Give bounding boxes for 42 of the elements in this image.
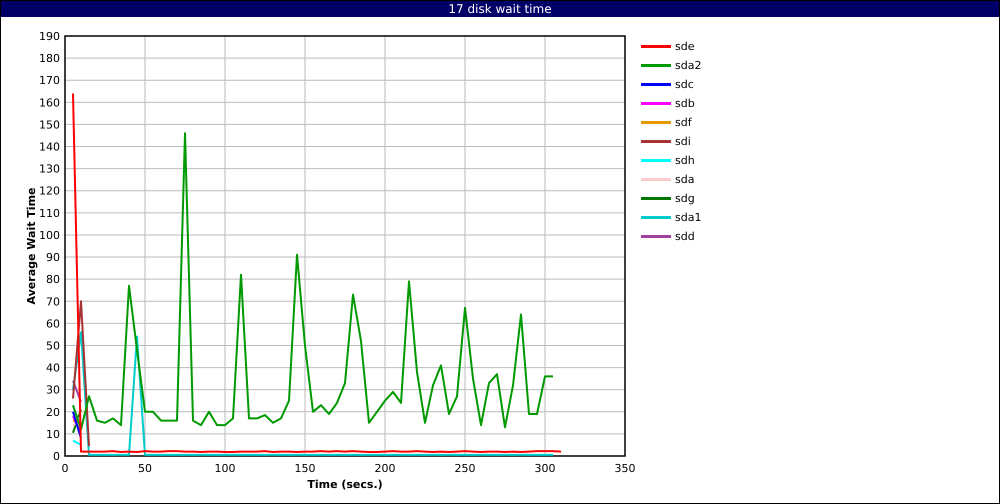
y-tick-label: 130 [39, 162, 60, 176]
legend-label: sdh [675, 154, 695, 167]
x-tick-label: 250 [454, 462, 476, 475]
x-tick-label: 300 [534, 462, 556, 475]
y-tick-label: 30 [46, 384, 60, 397]
legend-label: sda1 [675, 211, 702, 224]
y-tick-label: 120 [39, 184, 60, 198]
y-tick-label: 110 [39, 206, 60, 220]
legend-label: sdf [675, 116, 692, 129]
x-tick-label: 50 [138, 462, 152, 475]
x-axis-label: Time (secs.) [307, 478, 383, 491]
y-tick-label: 50 [46, 339, 60, 352]
y-tick-label: 80 [46, 273, 60, 286]
y-tick-label: 160 [39, 96, 60, 110]
legend-label: sda [675, 173, 694, 186]
y-tick-label: 20 [46, 406, 60, 419]
y-tick-label: 140 [39, 140, 60, 154]
y-tick-label: 190 [39, 30, 60, 43]
x-tick-label: 150 [294, 462, 316, 475]
window-title: 17 disk wait time [1, 1, 999, 17]
x-tick-label: 350 [614, 462, 636, 475]
y-tick-label: 40 [46, 362, 60, 375]
legend-label: sdb [675, 97, 695, 110]
x-tick-label: 200 [374, 462, 396, 475]
legend-label: sdg [675, 192, 695, 205]
x-tick-label: 100 [214, 462, 236, 475]
y-axis-label: Average Wait Time [25, 188, 38, 304]
y-tick-label: 70 [46, 295, 60, 308]
x-tick-label: 0 [62, 462, 68, 475]
legend-label: sdi [675, 135, 691, 148]
y-tick-label: 0 [53, 450, 60, 463]
y-tick-label: 100 [39, 228, 60, 242]
y-tick-label: 10 [46, 428, 60, 441]
y-tick-label: 90 [46, 251, 60, 264]
y-tick-label: 150 [39, 118, 60, 132]
legend-label: sda2 [675, 59, 702, 72]
y-tick-label: 180 [39, 52, 60, 66]
y-tick-label: 60 [46, 317, 60, 330]
y-tick-label: 170 [39, 74, 60, 88]
legend-label: sdc [675, 78, 694, 91]
legend-label: sdd [675, 230, 695, 243]
legend-label: sde [675, 40, 694, 53]
